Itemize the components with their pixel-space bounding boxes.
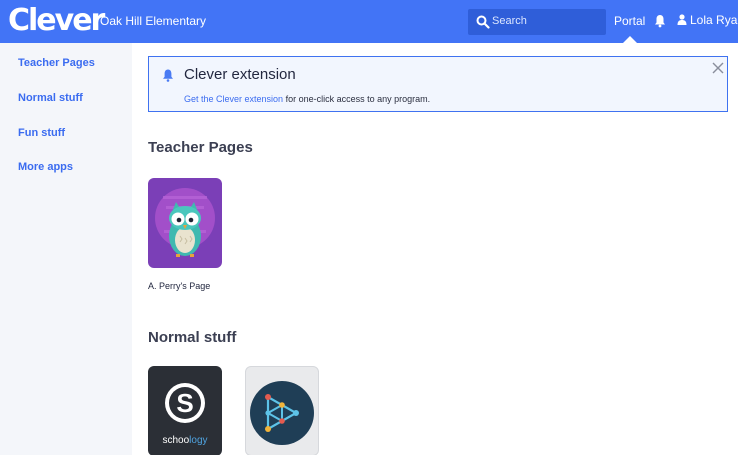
section-title-teacher-pages: Teacher Pages xyxy=(148,139,253,156)
app-label-perrys-page[interactable]: A. Perry's Page xyxy=(148,281,210,291)
section-title-normal-stuff: Normal stuff xyxy=(148,329,237,346)
banner-title: Clever extension xyxy=(184,66,296,83)
network-logo xyxy=(250,381,314,445)
extension-link[interactable]: Get the Clever extension xyxy=(184,94,283,104)
owl-icon xyxy=(155,188,215,257)
portal-active-indicator xyxy=(623,36,637,43)
extension-banner: Clever extension Get the Clever extensio… xyxy=(148,56,728,112)
search-input[interactable]: Search xyxy=(468,9,606,35)
banner-text: Get the Clever extension for one-click a… xyxy=(184,94,430,104)
sidebar: Teacher Pages Normal stuff Fun stuff Mor… xyxy=(0,43,132,455)
district-name[interactable]: Oak Hill Elementary xyxy=(100,14,206,28)
schoology-logo: S schoology xyxy=(162,383,208,446)
sidebar-item-more-apps[interactable]: More apps xyxy=(18,161,73,173)
user-icon xyxy=(677,14,687,25)
app-tile-schoology[interactable]: S schoology xyxy=(148,366,222,455)
schoology-wordmark: schoology xyxy=(162,435,207,446)
top-bar: Clever Oak Hill Elementary Search Portal… xyxy=(0,0,738,43)
svg-text:S: S xyxy=(176,388,193,418)
user-menu[interactable]: Lola Ryan xyxy=(677,13,738,27)
clever-logo[interactable]: Clever xyxy=(8,4,105,38)
sidebar-item-teacher-pages[interactable]: Teacher Pages xyxy=(18,57,95,69)
close-icon[interactable] xyxy=(712,62,724,74)
banner-rest-text: for one-click access to any program. xyxy=(283,94,431,104)
sidebar-item-normal-stuff[interactable]: Normal stuff xyxy=(18,92,83,104)
app-tile-perrys-page[interactable] xyxy=(148,178,222,268)
sidebar-item-fun-stuff[interactable]: Fun stuff xyxy=(18,127,65,139)
bell-icon xyxy=(163,69,173,82)
bell-icon[interactable] xyxy=(654,14,666,28)
app-tile-network[interactable] xyxy=(245,366,319,455)
search-icon xyxy=(476,15,490,29)
search-placeholder: Search xyxy=(492,15,527,27)
user-name: Lola Ryan xyxy=(690,13,738,27)
portal-link[interactable]: Portal xyxy=(614,14,645,28)
